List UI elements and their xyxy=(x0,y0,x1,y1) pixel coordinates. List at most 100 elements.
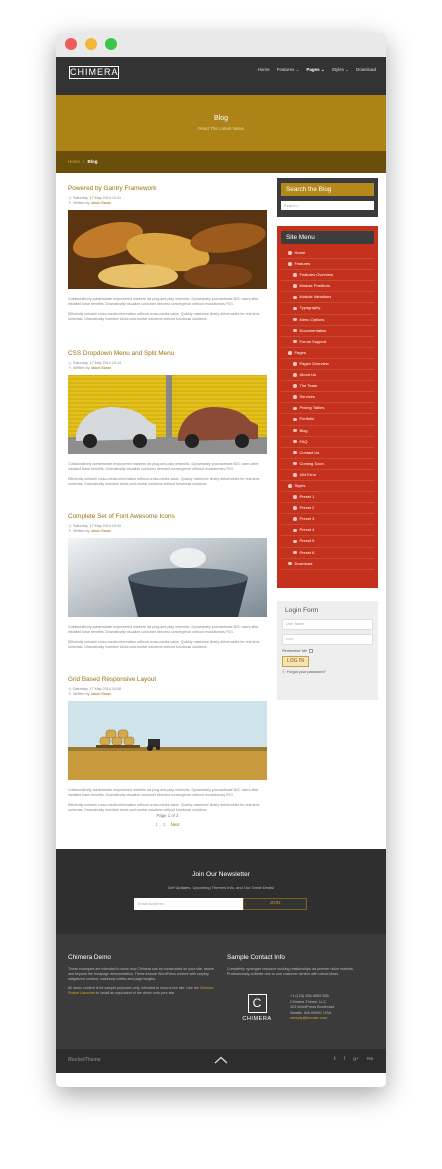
nav-item-1[interactable]: Features ⌄ xyxy=(277,67,300,73)
site-logo[interactable]: CHIMERA xyxy=(69,66,119,79)
site-menu-item[interactable]: Preset 3 xyxy=(281,514,374,526)
site-menu-item-label: Documentation xyxy=(299,327,327,333)
post-image[interactable] xyxy=(68,210,267,289)
remember-me-checkbox[interactable] xyxy=(309,649,314,653)
newsletter-email-input[interactable]: Email Address xyxy=(134,898,243,910)
site-menu-item-label: Pages xyxy=(294,349,306,355)
footer-demo-text-2: All demo content is for sample purposes … xyxy=(68,986,218,996)
pencil-icon: ✎ xyxy=(68,201,72,205)
site-menu-item[interactable]: Preset 4 xyxy=(281,525,374,537)
site-menu-item-label: Preset 5 xyxy=(299,538,315,544)
breadcrumb: Home › Blog xyxy=(68,159,98,164)
nav-item-3[interactable]: Styles ⌄ xyxy=(332,67,349,73)
site-menu-item-label: Contact Us xyxy=(299,449,320,455)
bullet-icon xyxy=(293,550,297,555)
post-title-link[interactable]: Powered by Gantry Framework xyxy=(68,185,267,192)
site-menu-item[interactable]: Preset 6 xyxy=(281,548,374,559)
site-menu-item[interactable]: Download xyxy=(281,559,374,570)
site-menu-item-label: Styles xyxy=(294,482,306,488)
site-menu-item[interactable]: Coming Soon xyxy=(281,459,374,470)
site-menu-item[interactable]: Documentation xyxy=(281,326,374,337)
search-input[interactable]: Search... xyxy=(281,201,374,210)
site-menu-item[interactable]: Pages Overview xyxy=(281,359,374,371)
post-image[interactable] xyxy=(68,538,267,617)
site-menu-item[interactable]: Blog xyxy=(281,426,374,437)
facebook-icon[interactable]: f xyxy=(344,1057,345,1062)
next-page-link[interactable]: Next xyxy=(171,822,180,827)
site-menu-item[interactable]: About Us xyxy=(281,370,374,382)
site-menu-item[interactable]: Pricing Tables xyxy=(281,403,374,415)
rss-icon[interactable]: rss xyxy=(367,1057,373,1062)
site-menu-item-label: Typography xyxy=(299,305,321,311)
site-menu-item[interactable]: Contact Us xyxy=(281,448,374,459)
site-menu-item-label: Features Overview xyxy=(299,272,334,278)
rockettheme-logo[interactable]: RocketTheme xyxy=(68,1057,101,1063)
site-menu-item-label: Preset 4 xyxy=(299,527,315,533)
site-menu-item[interactable]: Menu Options xyxy=(281,315,374,326)
bullet-icon xyxy=(293,450,297,455)
site-menu-item[interactable]: The Team xyxy=(281,381,374,393)
nav-item-0[interactable]: Home xyxy=(258,67,270,73)
main-nav: Home Features ⌄ Pages ⌄ Styles ⌄ Download xyxy=(258,67,376,73)
breadcrumb-home-link[interactable]: Home xyxy=(68,159,80,164)
site-menu-item[interactable]: FAQ xyxy=(281,437,374,448)
contact-email-link[interactable]: noreply@domain.com xyxy=(290,1016,334,1022)
site-menu-item[interactable]: Pages xyxy=(281,348,374,359)
close-window-button[interactable] xyxy=(65,38,77,50)
contact-phone: +1 (123) 456-5555 555 xyxy=(290,994,329,998)
post-excerpt: Collaboratively administrate empowered m… xyxy=(68,462,259,471)
post-title-link[interactable]: Complete Set of Font Awesome Icons xyxy=(68,513,267,520)
site-menu-item[interactable]: Features xyxy=(281,259,374,271)
post-image[interactable] xyxy=(68,701,267,780)
google-plus-icon[interactable]: g+ xyxy=(353,1057,358,1062)
twitter-icon[interactable]: 𝕥 xyxy=(334,1057,336,1062)
nav-item-4[interactable]: Download xyxy=(356,67,376,73)
site-menu-item[interactable]: Services xyxy=(281,392,374,404)
post-excerpt: Efficiently unleash cross-media informat… xyxy=(68,640,260,649)
nav-item-2[interactable]: Pages ⌄ xyxy=(306,67,324,73)
contact-details: +1 (123) 456-5555 555 Chimera Theme, LLC… xyxy=(290,994,334,1022)
back-to-top-icon[interactable] xyxy=(214,1056,228,1064)
post-title-link[interactable]: CSS Dropdown Menu and Split Menu xyxy=(68,350,267,357)
site-menu-item[interactable]: Preset 2 xyxy=(281,503,374,515)
site-menu-item[interactable]: Module Variations xyxy=(281,292,374,304)
pencil-icon: ✎ xyxy=(68,692,72,696)
page-subtitle: Read The Latest News xyxy=(198,126,244,131)
site-menu-item[interactable]: Features Overview xyxy=(281,270,374,282)
forgot-password-link[interactable]: ⓘ Forgot your password? xyxy=(282,670,373,675)
author-link[interactable]: Jakub Baran xyxy=(91,692,112,696)
site-menu-item[interactable]: 404 Error xyxy=(281,470,374,481)
zoom-window-button[interactable] xyxy=(105,38,117,50)
site-menu-item[interactable]: Home xyxy=(281,248,374,260)
footer-logo-mark: C xyxy=(247,994,267,1013)
newsletter-join-button[interactable]: JOIN xyxy=(243,898,307,910)
site-menu-item[interactable]: Module Positions xyxy=(281,281,374,293)
site-menu-item-label: Download xyxy=(294,560,313,566)
bullet-icon xyxy=(293,273,297,277)
post-image[interactable] xyxy=(68,375,267,454)
author-link[interactable]: Jakub Baran xyxy=(91,366,112,370)
site-menu-item-label: Portfolio xyxy=(299,416,315,422)
minimize-window-button[interactable] xyxy=(85,38,97,50)
post-title-link[interactable]: Grid Based Responsive Layout xyxy=(68,676,267,683)
author-link[interactable]: Jakub Baran xyxy=(91,529,112,533)
site-menu-item-label: Forum Support xyxy=(299,338,327,344)
site-menu-item-label: Menu Options xyxy=(299,316,325,322)
bullet-icon xyxy=(293,339,297,344)
site-menu-item[interactable]: Styles xyxy=(281,481,374,493)
site-menu-item[interactable]: Preset 1 xyxy=(281,492,374,504)
username-field[interactable]: User Name xyxy=(282,619,373,630)
author-prefix: Written by xyxy=(73,201,90,205)
post-excerpt: Collaboratively administrate empowered m… xyxy=(68,788,259,797)
site-menu-item[interactable]: Preset 5 xyxy=(281,536,374,548)
site-menu-item[interactable]: Portfolio xyxy=(281,414,374,426)
page-link-1[interactable]: 1 xyxy=(155,822,157,827)
site-menu-item[interactable]: Forum Support xyxy=(281,337,374,348)
footer-logo: C CHIMERA xyxy=(239,994,275,1022)
author-link[interactable]: Jakub Baran xyxy=(91,201,112,205)
site-menu-item[interactable]: Typography xyxy=(281,303,374,315)
page-link-2[interactable]: 2 xyxy=(163,822,165,827)
site-menu-item-label: 404 Error xyxy=(299,471,317,477)
login-button[interactable]: LOG IN xyxy=(282,656,309,667)
password-field[interactable]: •••••• xyxy=(282,634,373,645)
